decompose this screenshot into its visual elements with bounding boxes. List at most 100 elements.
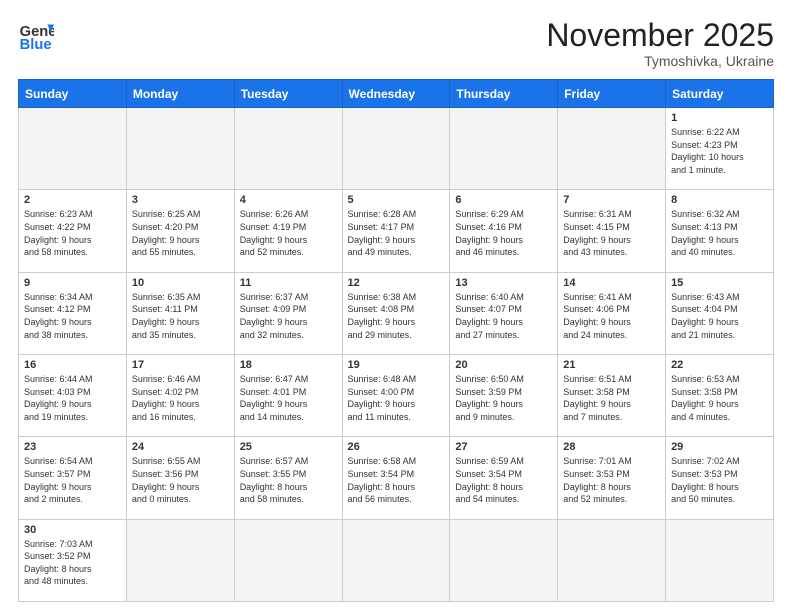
day-info: Sunrise: 6:22 AM Sunset: 4:23 PM Dayligh… xyxy=(671,126,768,176)
day-number: 2 xyxy=(24,194,121,206)
calendar-cell xyxy=(342,108,450,190)
day-number: 26 xyxy=(348,441,445,453)
calendar-cell: 6 Sunrise: 6:29 AM Sunset: 4:16 PM Daylig… xyxy=(450,190,558,272)
calendar-cell xyxy=(126,108,234,190)
day-number: 8 xyxy=(671,194,768,206)
day-number: 17 xyxy=(132,359,229,371)
day-info: Sunrise: 6:29 AM Sunset: 4:16 PM Dayligh… xyxy=(455,208,552,258)
page: General Blue General Blue November 2025 … xyxy=(0,0,792,612)
day-info: Sunrise: 6:46 AM Sunset: 4:02 PM Dayligh… xyxy=(132,373,229,423)
calendar-cell: 8 Sunrise: 6:32 AM Sunset: 4:13 PM Daylig… xyxy=(666,190,774,272)
day-info: Sunrise: 7:01 AM Sunset: 3:53 PM Dayligh… xyxy=(563,455,660,505)
day-info: Sunrise: 6:40 AM Sunset: 4:07 PM Dayligh… xyxy=(455,291,552,341)
day-info: Sunrise: 6:25 AM Sunset: 4:20 PM Dayligh… xyxy=(132,208,229,258)
calendar-cell: 20Sunrise: 6:50 AM Sunset: 3:59 PM Dayli… xyxy=(450,355,558,437)
col-header-monday: Monday xyxy=(126,80,234,108)
day-number: 25 xyxy=(240,441,337,453)
calendar-header-row: SundayMondayTuesdayWednesdayThursdayFrid… xyxy=(19,80,774,108)
calendar-cell xyxy=(234,519,342,601)
calendar-cell: 23Sunrise: 6:54 AM Sunset: 3:57 PM Dayli… xyxy=(19,437,127,519)
day-number: 6 xyxy=(455,194,552,206)
day-number: 24 xyxy=(132,441,229,453)
calendar-cell xyxy=(342,519,450,601)
day-number: 28 xyxy=(563,441,660,453)
day-number: 10 xyxy=(132,277,229,289)
day-info: Sunrise: 6:58 AM Sunset: 3:54 PM Dayligh… xyxy=(348,455,445,505)
calendar-cell xyxy=(558,108,666,190)
day-info: Sunrise: 6:34 AM Sunset: 4:12 PM Dayligh… xyxy=(24,291,121,341)
header: General Blue General Blue November 2025 … xyxy=(18,18,774,69)
month-year-title: November 2025 xyxy=(546,18,774,53)
col-header-thursday: Thursday xyxy=(450,80,558,108)
col-header-sunday: Sunday xyxy=(19,80,127,108)
day-number: 4 xyxy=(240,194,337,206)
calendar-cell xyxy=(126,519,234,601)
day-number: 1 xyxy=(671,112,768,124)
day-info: Sunrise: 6:43 AM Sunset: 4:04 PM Dayligh… xyxy=(671,291,768,341)
location-subtitle: Tymoshivka, Ukraine xyxy=(546,53,774,69)
col-header-tuesday: Tuesday xyxy=(234,80,342,108)
day-number: 22 xyxy=(671,359,768,371)
calendar-cell: 11 Sunrise: 6:37 AM Sunset: 4:09 PM Dayli… xyxy=(234,272,342,354)
day-info: Sunrise: 6:55 AM Sunset: 3:56 PM Dayligh… xyxy=(132,455,229,505)
day-number: 19 xyxy=(348,359,445,371)
calendar-cell: 18Sunrise: 6:47 AM Sunset: 4:01 PM Dayli… xyxy=(234,355,342,437)
day-number: 9 xyxy=(24,277,121,289)
calendar-table: SundayMondayTuesdayWednesdayThursdayFrid… xyxy=(18,79,774,602)
day-info: Sunrise: 6:35 AM Sunset: 4:11 PM Dayligh… xyxy=(132,291,229,341)
day-number: 12 xyxy=(348,277,445,289)
day-number: 5 xyxy=(348,194,445,206)
day-number: 11 xyxy=(240,277,337,289)
calendar-cell: 15 Sunrise: 6:43 AM Sunset: 4:04 PM Dayli… xyxy=(666,272,774,354)
day-info: Sunrise: 6:37 AM Sunset: 4:09 PM Dayligh… xyxy=(240,291,337,341)
calendar-cell: 17 Sunrise: 6:46 AM Sunset: 4:02 PM Dayli… xyxy=(126,355,234,437)
day-number: 14 xyxy=(563,277,660,289)
day-info: Sunrise: 6:26 AM Sunset: 4:19 PM Dayligh… xyxy=(240,208,337,258)
calendar-cell: 19 Sunrise: 6:48 AM Sunset: 4:00 PM Dayli… xyxy=(342,355,450,437)
calendar-cell: 2 Sunrise: 6:23 AM Sunset: 4:22 PM Daylig… xyxy=(19,190,127,272)
day-info: Sunrise: 6:38 AM Sunset: 4:08 PM Dayligh… xyxy=(348,291,445,341)
calendar-cell: 1 Sunrise: 6:22 AM Sunset: 4:23 PM Daylig… xyxy=(666,108,774,190)
day-info: Sunrise: 6:48 AM Sunset: 4:00 PM Dayligh… xyxy=(348,373,445,423)
calendar-cell xyxy=(234,108,342,190)
logo: General Blue General Blue xyxy=(18,18,54,54)
day-number: 30 xyxy=(24,524,121,536)
day-info: Sunrise: 6:32 AM Sunset: 4:13 PM Dayligh… xyxy=(671,208,768,258)
calendar-cell xyxy=(558,519,666,601)
calendar-cell: 13 Sunrise: 6:40 AM Sunset: 4:07 PM Dayli… xyxy=(450,272,558,354)
day-info: Sunrise: 6:41 AM Sunset: 4:06 PM Dayligh… xyxy=(563,291,660,341)
calendar-cell: 25 Sunrise: 6:57 AM Sunset: 3:55 PM Dayli… xyxy=(234,437,342,519)
day-info: Sunrise: 7:03 AM Sunset: 3:52 PM Dayligh… xyxy=(24,538,121,588)
col-header-saturday: Saturday xyxy=(666,80,774,108)
day-info: Sunrise: 6:51 AM Sunset: 3:58 PM Dayligh… xyxy=(563,373,660,423)
generalblue-logo-icon: General Blue xyxy=(18,18,54,54)
calendar-cell: 14 Sunrise: 6:41 AM Sunset: 4:06 PM Dayli… xyxy=(558,272,666,354)
calendar-cell xyxy=(19,108,127,190)
day-info: Sunrise: 6:57 AM Sunset: 3:55 PM Dayligh… xyxy=(240,455,337,505)
title-block: November 2025 Tymoshivka, Ukraine xyxy=(546,18,774,69)
calendar-week-row: 16Sunrise: 6:44 AM Sunset: 4:03 PM Dayli… xyxy=(19,355,774,437)
day-info: Sunrise: 6:47 AM Sunset: 4:01 PM Dayligh… xyxy=(240,373,337,423)
day-info: Sunrise: 6:23 AM Sunset: 4:22 PM Dayligh… xyxy=(24,208,121,258)
day-number: 3 xyxy=(132,194,229,206)
day-number: 7 xyxy=(563,194,660,206)
calendar-cell: 12 Sunrise: 6:38 AM Sunset: 4:08 PM Dayli… xyxy=(342,272,450,354)
calendar-cell: 21 Sunrise: 6:51 AM Sunset: 3:58 PM Dayli… xyxy=(558,355,666,437)
day-number: 21 xyxy=(563,359,660,371)
day-info: Sunrise: 6:44 AM Sunset: 4:03 PM Dayligh… xyxy=(24,373,121,423)
calendar-cell: 10 Sunrise: 6:35 AM Sunset: 4:11 PM Dayli… xyxy=(126,272,234,354)
calendar-cell: 24 Sunrise: 6:55 AM Sunset: 3:56 PM Dayli… xyxy=(126,437,234,519)
calendar-week-row: 9 Sunrise: 6:34 AM Sunset: 4:12 PM Daylig… xyxy=(19,272,774,354)
calendar-cell: 30 Sunrise: 7:03 AM Sunset: 3:52 PM Dayli… xyxy=(19,519,127,601)
day-number: 15 xyxy=(671,277,768,289)
day-info: Sunrise: 6:59 AM Sunset: 3:54 PM Dayligh… xyxy=(455,455,552,505)
col-header-wednesday: Wednesday xyxy=(342,80,450,108)
day-number: 13 xyxy=(455,277,552,289)
calendar-cell: 28 Sunrise: 7:01 AM Sunset: 3:53 PM Dayli… xyxy=(558,437,666,519)
calendar-week-row: 2 Sunrise: 6:23 AM Sunset: 4:22 PM Daylig… xyxy=(19,190,774,272)
calendar-cell: 4 Sunrise: 6:26 AM Sunset: 4:19 PM Daylig… xyxy=(234,190,342,272)
day-number: 27 xyxy=(455,441,552,453)
calendar-cell: 5Sunrise: 6:28 AM Sunset: 4:17 PM Daylig… xyxy=(342,190,450,272)
calendar-cell: 22Sunrise: 6:53 AM Sunset: 3:58 PM Dayli… xyxy=(666,355,774,437)
calendar-week-row: 1 Sunrise: 6:22 AM Sunset: 4:23 PM Daylig… xyxy=(19,108,774,190)
